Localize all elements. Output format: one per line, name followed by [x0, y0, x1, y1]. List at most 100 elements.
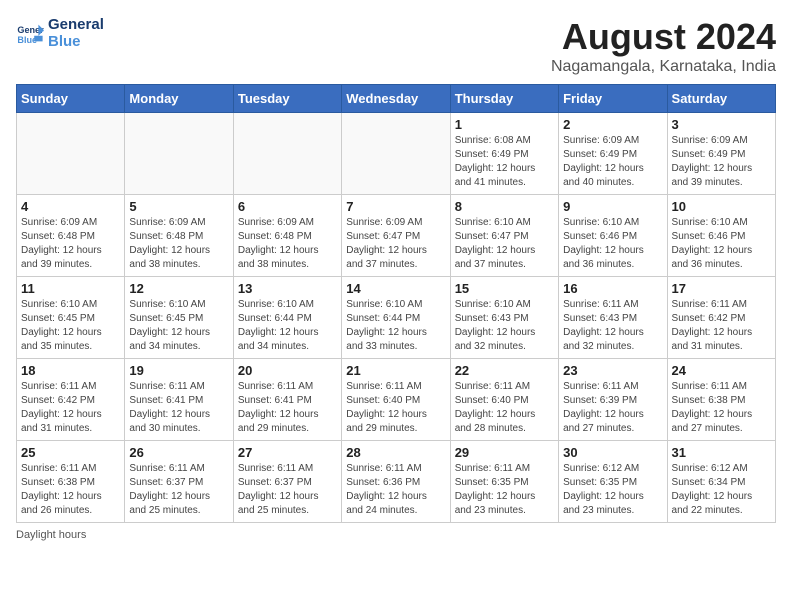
day-number: 12	[129, 281, 228, 296]
calendar-cell-0-2	[233, 113, 341, 195]
day-number: 3	[672, 117, 771, 132]
calendar-cell-1-2: 6 Sunrise: 6:09 AM Sunset: 6:48 PM Daylig…	[233, 195, 341, 277]
calendar-cell-0-5: 2Sunrise: 6:09 AM Sunset: 6:49 PM Daylig…	[559, 113, 667, 195]
day-info: Sunrise: 6:09 AM Sunset: 6:47 PM Dayligh…	[346, 216, 445, 272]
day-number: 15	[455, 281, 554, 296]
calendar-cell-4-4: 29Sunrise: 6:11 AM Sunset: 6:35 PM Dayli…	[450, 441, 558, 523]
day-info: Sunrise: 6:10 AM Sunset: 6:45 PM Dayligh…	[21, 298, 120, 354]
day-number: 24	[672, 363, 771, 378]
day-info: Sunrise: 6:09 AM Sunset: 6:48 PM Dayligh…	[129, 216, 228, 272]
day-info: Sunrise: 6:11 AM Sunset: 6:43 PM Dayligh…	[563, 298, 662, 354]
day-number: 4	[21, 199, 120, 214]
day-info: Sunrise: 6:11 AM Sunset: 6:42 PM Dayligh…	[21, 380, 120, 436]
day-info: Sunrise: 6:09 AM Sunset: 6:48 PM Dayligh…	[21, 216, 120, 272]
calendar-week-0: 1Sunrise: 6:08 AM Sunset: 6:49 PM Daylig…	[17, 113, 776, 195]
day-info: Sunrise: 6:10 AM Sunset: 6:43 PM Dayligh…	[455, 298, 554, 354]
day-number: 18	[21, 363, 120, 378]
day-info: Sunrise: 6:11 AM Sunset: 6:38 PM Dayligh…	[21, 462, 120, 518]
day-info: Sunrise: 6:11 AM Sunset: 6:41 PM Dayligh…	[129, 380, 228, 436]
day-number: 23	[563, 363, 662, 378]
day-info: Sunrise: 6:11 AM Sunset: 6:38 PM Dayligh…	[672, 380, 771, 436]
day-number: 2	[563, 117, 662, 132]
day-info: Sunrise: 6:11 AM Sunset: 6:39 PM Dayligh…	[563, 380, 662, 436]
calendar-cell-1-1: 5 Sunrise: 6:09 AM Sunset: 6:48 PM Daylig…	[125, 195, 233, 277]
day-number: 26	[129, 445, 228, 460]
day-info: Sunrise: 6:11 AM Sunset: 6:40 PM Dayligh…	[346, 380, 445, 436]
day-info: Sunrise: 6:09 AM Sunset: 6:49 PM Dayligh…	[672, 134, 771, 190]
calendar-header-tuesday: Tuesday	[233, 85, 341, 113]
calendar-cell-4-2: 27 Sunrise: 6:11 AM Sunset: 6:37 PM Dayli…	[233, 441, 341, 523]
day-number: 27	[238, 445, 337, 460]
day-info: Sunrise: 6:11 AM Sunset: 6:36 PM Dayligh…	[346, 462, 445, 518]
day-info: Sunrise: 6:11 AM Sunset: 6:42 PM Dayligh…	[672, 298, 771, 354]
footer-note: Daylight hours	[16, 529, 776, 541]
calendar-header-sunday: Sunday	[17, 85, 125, 113]
calendar-week-3: 18 Sunrise: 6:11 AM Sunset: 6:42 PM Dayli…	[17, 359, 776, 441]
calendar-cell-0-6: 3 Sunrise: 6:09 AM Sunset: 6:49 PM Daylig…	[667, 113, 775, 195]
calendar-cell-0-0	[17, 113, 125, 195]
calendar-cell-3-4: 22 Sunrise: 6:11 AM Sunset: 6:40 PM Dayli…	[450, 359, 558, 441]
calendar-cell-1-0: 4 Sunrise: 6:09 AM Sunset: 6:48 PM Daylig…	[17, 195, 125, 277]
calendar-header-saturday: Saturday	[667, 85, 775, 113]
day-number: 19	[129, 363, 228, 378]
logo-line2: Blue	[48, 33, 104, 50]
calendar-cell-3-0: 18 Sunrise: 6:11 AM Sunset: 6:42 PM Dayli…	[17, 359, 125, 441]
calendar-table: SundayMondayTuesdayWednesdayThursdayFrid…	[16, 84, 776, 523]
day-info: Sunrise: 6:11 AM Sunset: 6:35 PM Dayligh…	[455, 462, 554, 518]
calendar-cell-3-6: 24 Sunrise: 6:11 AM Sunset: 6:38 PM Dayli…	[667, 359, 775, 441]
day-number: 28	[346, 445, 445, 460]
calendar-header-wednesday: Wednesday	[342, 85, 450, 113]
calendar-header-thursday: Thursday	[450, 85, 558, 113]
calendar-header-friday: Friday	[559, 85, 667, 113]
day-number: 17	[672, 281, 771, 296]
header: General Blue General Blue August 2024 Na…	[16, 16, 776, 76]
calendar-week-4: 25 Sunrise: 6:11 AM Sunset: 6:38 PM Dayli…	[17, 441, 776, 523]
calendar-cell-4-6: 31Sunrise: 6:12 AM Sunset: 6:34 PM Dayli…	[667, 441, 775, 523]
calendar-cell-0-4: 1Sunrise: 6:08 AM Sunset: 6:49 PM Daylig…	[450, 113, 558, 195]
title-area: August 2024 Nagamangala, Karnataka, Indi…	[551, 16, 776, 76]
day-number: 9	[563, 199, 662, 214]
subtitle: Nagamangala, Karnataka, India	[551, 58, 776, 76]
calendar-cell-3-2: 20Sunrise: 6:11 AM Sunset: 6:41 PM Dayli…	[233, 359, 341, 441]
logo-icon: General Blue	[16, 19, 44, 47]
main-title: August 2024	[551, 16, 776, 58]
calendar-cell-3-3: 21Sunrise: 6:11 AM Sunset: 6:40 PM Dayli…	[342, 359, 450, 441]
calendar-cell-2-3: 14Sunrise: 6:10 AM Sunset: 6:44 PM Dayli…	[342, 277, 450, 359]
calendar-cell-4-5: 30 Sunrise: 6:12 AM Sunset: 6:35 PM Dayli…	[559, 441, 667, 523]
day-number: 11	[21, 281, 120, 296]
calendar-week-2: 11 Sunrise: 6:10 AM Sunset: 6:45 PM Dayli…	[17, 277, 776, 359]
calendar-cell-1-5: 9 Sunrise: 6:10 AM Sunset: 6:46 PM Daylig…	[559, 195, 667, 277]
calendar-week-1: 4 Sunrise: 6:09 AM Sunset: 6:48 PM Daylig…	[17, 195, 776, 277]
day-info: Sunrise: 6:12 AM Sunset: 6:34 PM Dayligh…	[672, 462, 771, 518]
calendar-cell-0-3	[342, 113, 450, 195]
calendar-cell-1-3: 7Sunrise: 6:09 AM Sunset: 6:47 PM Daylig…	[342, 195, 450, 277]
day-info: Sunrise: 6:12 AM Sunset: 6:35 PM Dayligh…	[563, 462, 662, 518]
calendar-cell-2-0: 11 Sunrise: 6:10 AM Sunset: 6:45 PM Dayli…	[17, 277, 125, 359]
calendar-cell-0-1	[125, 113, 233, 195]
day-info: Sunrise: 6:11 AM Sunset: 6:40 PM Dayligh…	[455, 380, 554, 436]
day-info: Sunrise: 6:10 AM Sunset: 6:47 PM Dayligh…	[455, 216, 554, 272]
day-number: 30	[563, 445, 662, 460]
day-info: Sunrise: 6:09 AM Sunset: 6:48 PM Dayligh…	[238, 216, 337, 272]
day-info: Sunrise: 6:11 AM Sunset: 6:37 PM Dayligh…	[238, 462, 337, 518]
svg-text:Blue: Blue	[17, 35, 37, 45]
calendar-cell-3-5: 23 Sunrise: 6:11 AM Sunset: 6:39 PM Dayli…	[559, 359, 667, 441]
calendar-cell-2-5: 16Sunrise: 6:11 AM Sunset: 6:43 PM Dayli…	[559, 277, 667, 359]
calendar-cell-2-2: 13 Sunrise: 6:10 AM Sunset: 6:44 PM Dayli…	[233, 277, 341, 359]
day-number: 6	[238, 199, 337, 214]
day-info: Sunrise: 6:10 AM Sunset: 6:44 PM Dayligh…	[238, 298, 337, 354]
day-info: Sunrise: 6:10 AM Sunset: 6:46 PM Dayligh…	[563, 216, 662, 272]
day-info: Sunrise: 6:08 AM Sunset: 6:49 PM Dayligh…	[455, 134, 554, 190]
day-number: 25	[21, 445, 120, 460]
calendar-cell-1-4: 8Sunrise: 6:10 AM Sunset: 6:47 PM Daylig…	[450, 195, 558, 277]
day-info: Sunrise: 6:10 AM Sunset: 6:46 PM Dayligh…	[672, 216, 771, 272]
day-number: 14	[346, 281, 445, 296]
day-number: 22	[455, 363, 554, 378]
logo-line1: General	[48, 16, 104, 33]
day-number: 5	[129, 199, 228, 214]
day-info: Sunrise: 6:11 AM Sunset: 6:37 PM Dayligh…	[129, 462, 228, 518]
calendar-cell-2-4: 15 Sunrise: 6:10 AM Sunset: 6:43 PM Dayli…	[450, 277, 558, 359]
calendar-cell-2-1: 12Sunrise: 6:10 AM Sunset: 6:45 PM Dayli…	[125, 277, 233, 359]
logo: General Blue General Blue	[16, 16, 104, 50]
day-number: 13	[238, 281, 337, 296]
